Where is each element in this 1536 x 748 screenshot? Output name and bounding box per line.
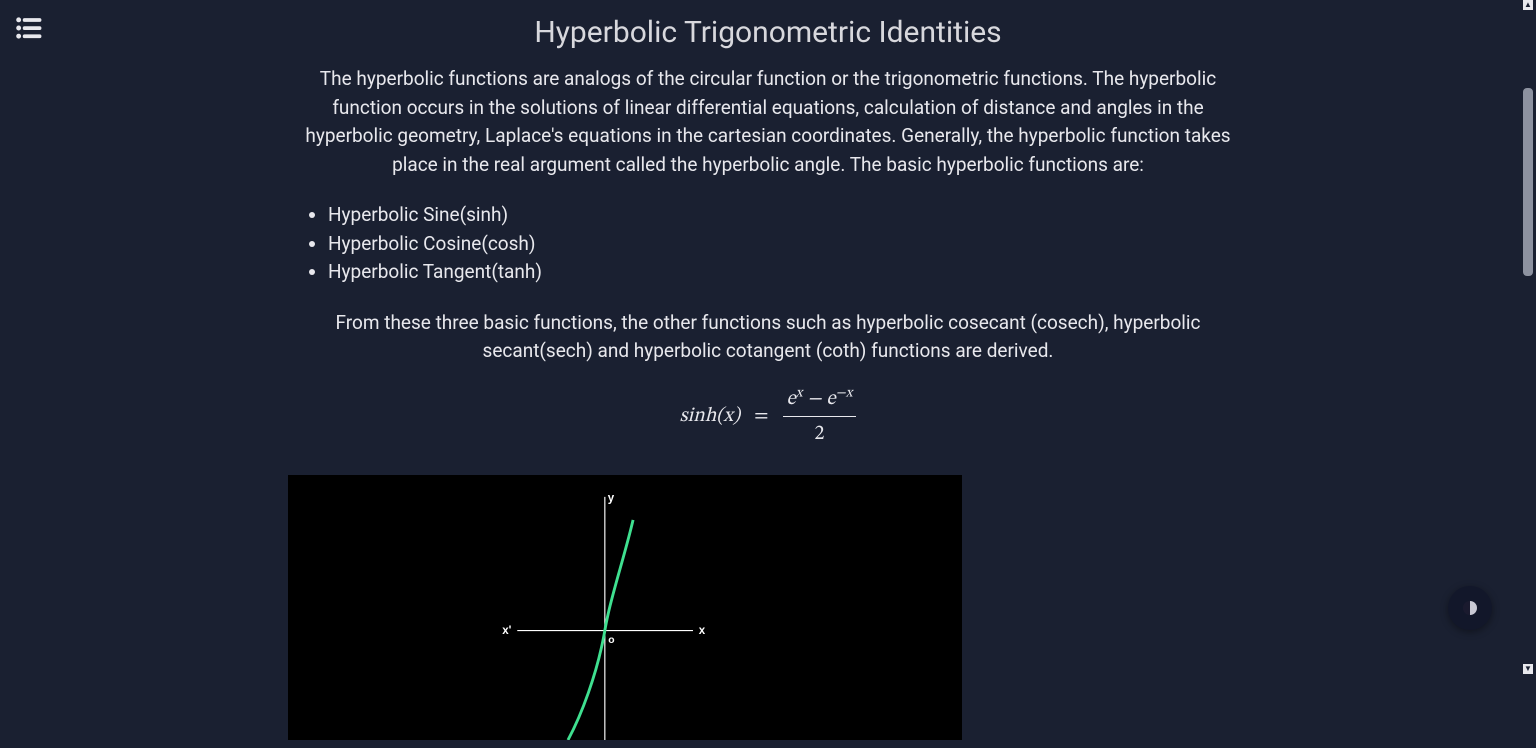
scrollbar-thumb[interactable] — [1523, 88, 1533, 276]
e2: e — [826, 389, 835, 409]
scrollbar-up-arrow[interactable]: ▲ — [1523, 0, 1533, 10]
axis-label-x-prime: x' — [502, 625, 511, 637]
main-content: Hyperbolic Trigonometric Identities The … — [268, 0, 1268, 748]
scrollbar-down-arrow[interactable]: ▼ — [1523, 664, 1533, 674]
formula-equals: = — [754, 401, 768, 431]
sinh-definition-formula: sinh(x) = ex − e−x 2 — [288, 384, 1248, 449]
sinh-graph-container: y x x' o — [288, 475, 1248, 748]
list-item: Hyperbolic Sine(sinh) — [328, 201, 1248, 230]
formula-numerator: ex − e−x — [783, 384, 857, 417]
page-title: Hyperbolic Trigonometric Identities — [288, 10, 1248, 55]
minus: − — [803, 389, 827, 409]
theme-toggle-button[interactable] — [1448, 586, 1492, 630]
formula-denominator: 2 — [815, 417, 825, 449]
sinh-graph: y x x' o — [288, 475, 962, 740]
e1: e — [787, 389, 796, 409]
menu-icon[interactable] — [14, 14, 42, 42]
exp2: −x — [836, 386, 853, 400]
list-item: Hyperbolic Cosine(cosh) — [328, 230, 1248, 259]
derived-paragraph: From these three basic functions, the ot… — [288, 309, 1248, 366]
theme-toggle-icon — [1463, 601, 1477, 615]
exp1: x — [796, 386, 803, 400]
intro-paragraph: The hyperbolic functions are analogs of … — [288, 65, 1248, 179]
function-list: Hyperbolic Sine(sinh) Hyperbolic Cosine(… — [288, 201, 1248, 287]
scrollbar-track[interactable]: ▲ ▼ — [1520, 0, 1536, 674]
axis-label-y: y — [608, 492, 615, 504]
list-item: Hyperbolic Tangent(tanh) — [328, 258, 1248, 287]
origin-label: o — [608, 635, 614, 646]
formula-lhs: sinh(x) — [680, 401, 741, 431]
axis-label-x: x — [699, 625, 706, 637]
formula-fraction: ex − e−x 2 — [783, 384, 857, 449]
